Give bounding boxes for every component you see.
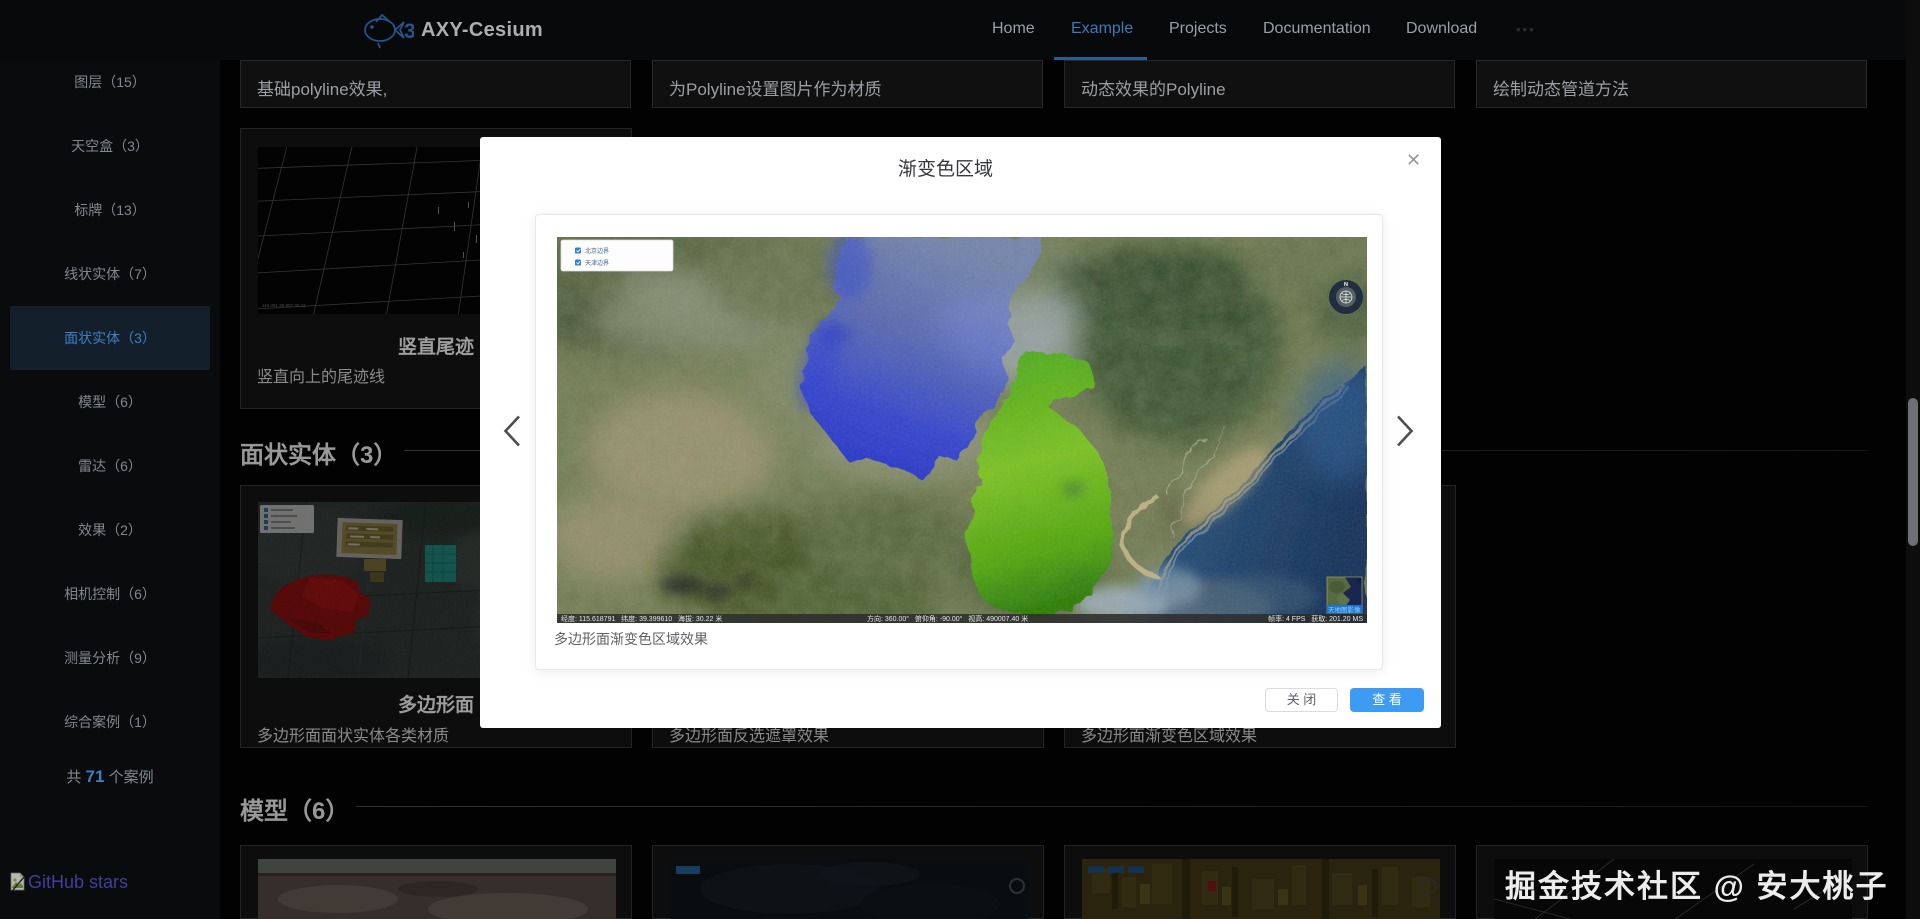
svg-text:天地图影像: 天地图影像: [1328, 605, 1361, 614]
svg-text:N: N: [1344, 282, 1348, 288]
svg-text:3: 3: [404, 20, 414, 43]
svg-text:方向: 360.00° 俯仰角: -90.00° 视: 方向: 360.00° 俯仰角: -90.00° 视高: 490007.40 米: [867, 614, 1028, 623]
svg-text:北京边界: 北京边界: [585, 247, 609, 255]
svg-text:经度: 115.618791 纬度: 39.399610: 经度: 115.618791 纬度: 39.399610 海拔: 30.22 米: [561, 614, 722, 623]
svg-text:帧率: 4 FPS 获取: 201.20 MS: 帧率: 4 FPS 获取: 201.20 MS: [1268, 614, 1363, 623]
svg-text:天津边界: 天津边界: [585, 259, 609, 267]
